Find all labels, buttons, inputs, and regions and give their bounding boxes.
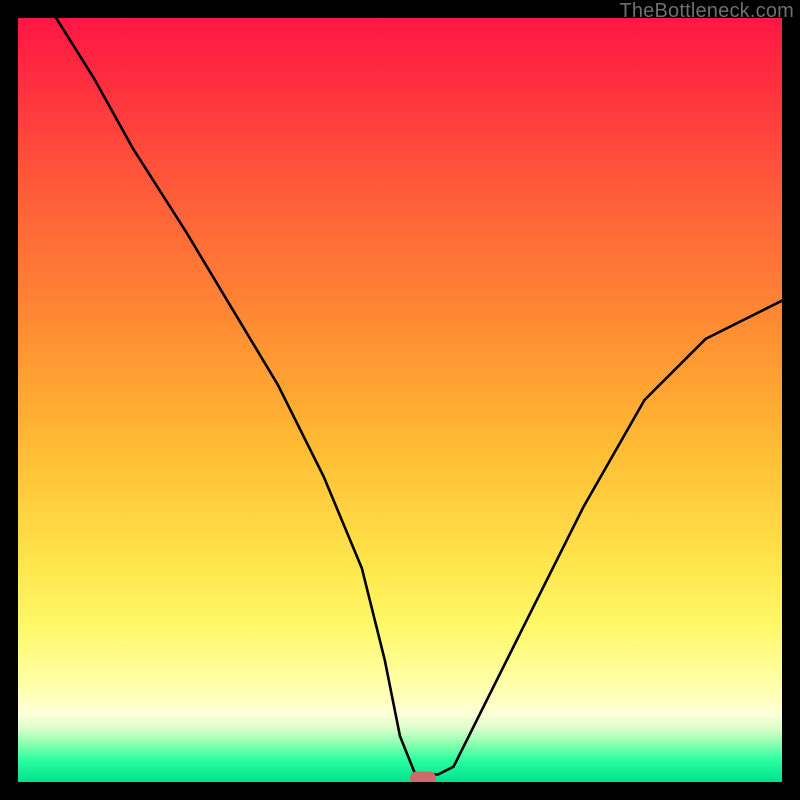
bottleneck-curve [18, 18, 782, 782]
chart-frame: TheBottleneck.com [0, 0, 800, 800]
plot-area [18, 18, 782, 782]
curve-path [56, 18, 782, 774]
optimal-marker [410, 772, 436, 782]
